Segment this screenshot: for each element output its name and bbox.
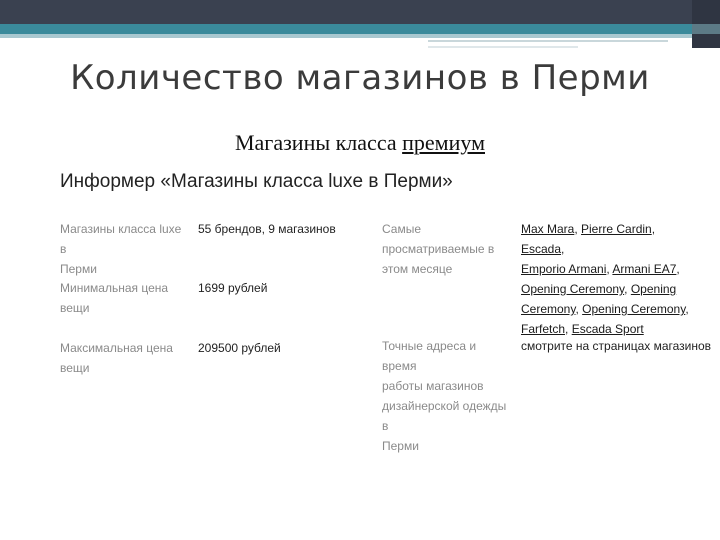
label-line: вещи [60,301,90,315]
brand-link[interactable]: Opening [631,282,676,296]
row-label: Минимальная цена вещи [60,278,190,318]
label-line: Минимальная цена [60,281,169,295]
top-dark-bar [0,0,720,24]
decor-line [428,40,668,42]
top-thin-bar [0,34,692,38]
label-line: вещи [60,361,90,375]
slide-title: Количество магазинов в Перми [70,58,650,98]
row-value: 209500 рублей [198,341,281,355]
brand-link[interactable]: Farfetch [521,322,565,336]
informer-heading: Информер «Магазины класса luxe в Перми» [60,171,453,192]
brand-link[interactable]: Emporio Armani [521,262,606,276]
subtitle-prefix: Магазины класса [234,130,403,155]
label-line: Перми [60,262,97,276]
label-line: Самые [382,222,422,236]
brand-link[interactable]: Escada Sport [572,322,644,336]
brand-link[interactable]: Pierre Cardin [581,222,652,236]
top-teal-bar [0,24,692,34]
row-value: 1699 рублей [198,281,268,295]
brand-link[interactable]: Opening Ceremony [521,282,624,296]
label-line: этом месяце [382,262,453,276]
label-line: Магазины класса luxe в [60,222,182,256]
top-teal-corner [692,24,720,34]
label-line: работы магазинов [382,379,484,393]
brand-link[interactable]: Escada [521,242,561,256]
subtitle-underlined: премиум [402,130,485,155]
brand-link[interactable]: Max Mara [521,222,574,236]
slide-subtitle: Магазины класса премиум [0,130,720,156]
row-label: Точные адреса и время работы магазинов д… [382,336,512,456]
row-label: Максимальная цена вещи [60,338,190,378]
label-line: Перми [382,439,419,453]
brand-link[interactable]: Opening Ceremony [582,302,685,316]
label-line: дизайнерской одежды в [382,399,507,433]
row-label: Самые просматриваемые в этом месяце [382,219,512,279]
brand-link[interactable]: Armani EA7 [612,262,676,276]
row-label: Магазины класса luxe в Перми [60,219,190,279]
addresses-note: смотрите на страницах магазинов [521,339,712,353]
label-line: просматриваемые в [382,242,495,256]
label-line: Точные адреса и время [382,339,477,373]
brand-link[interactable]: Ceremony [521,302,575,316]
brand-links: Max Mara, Pierre Cardin, Escada, Emporio… [521,222,689,336]
row-value: 55 брендов, 9 магазинов [198,222,336,236]
decor-line [428,46,578,48]
label-line: Максимальная цена [60,341,173,355]
